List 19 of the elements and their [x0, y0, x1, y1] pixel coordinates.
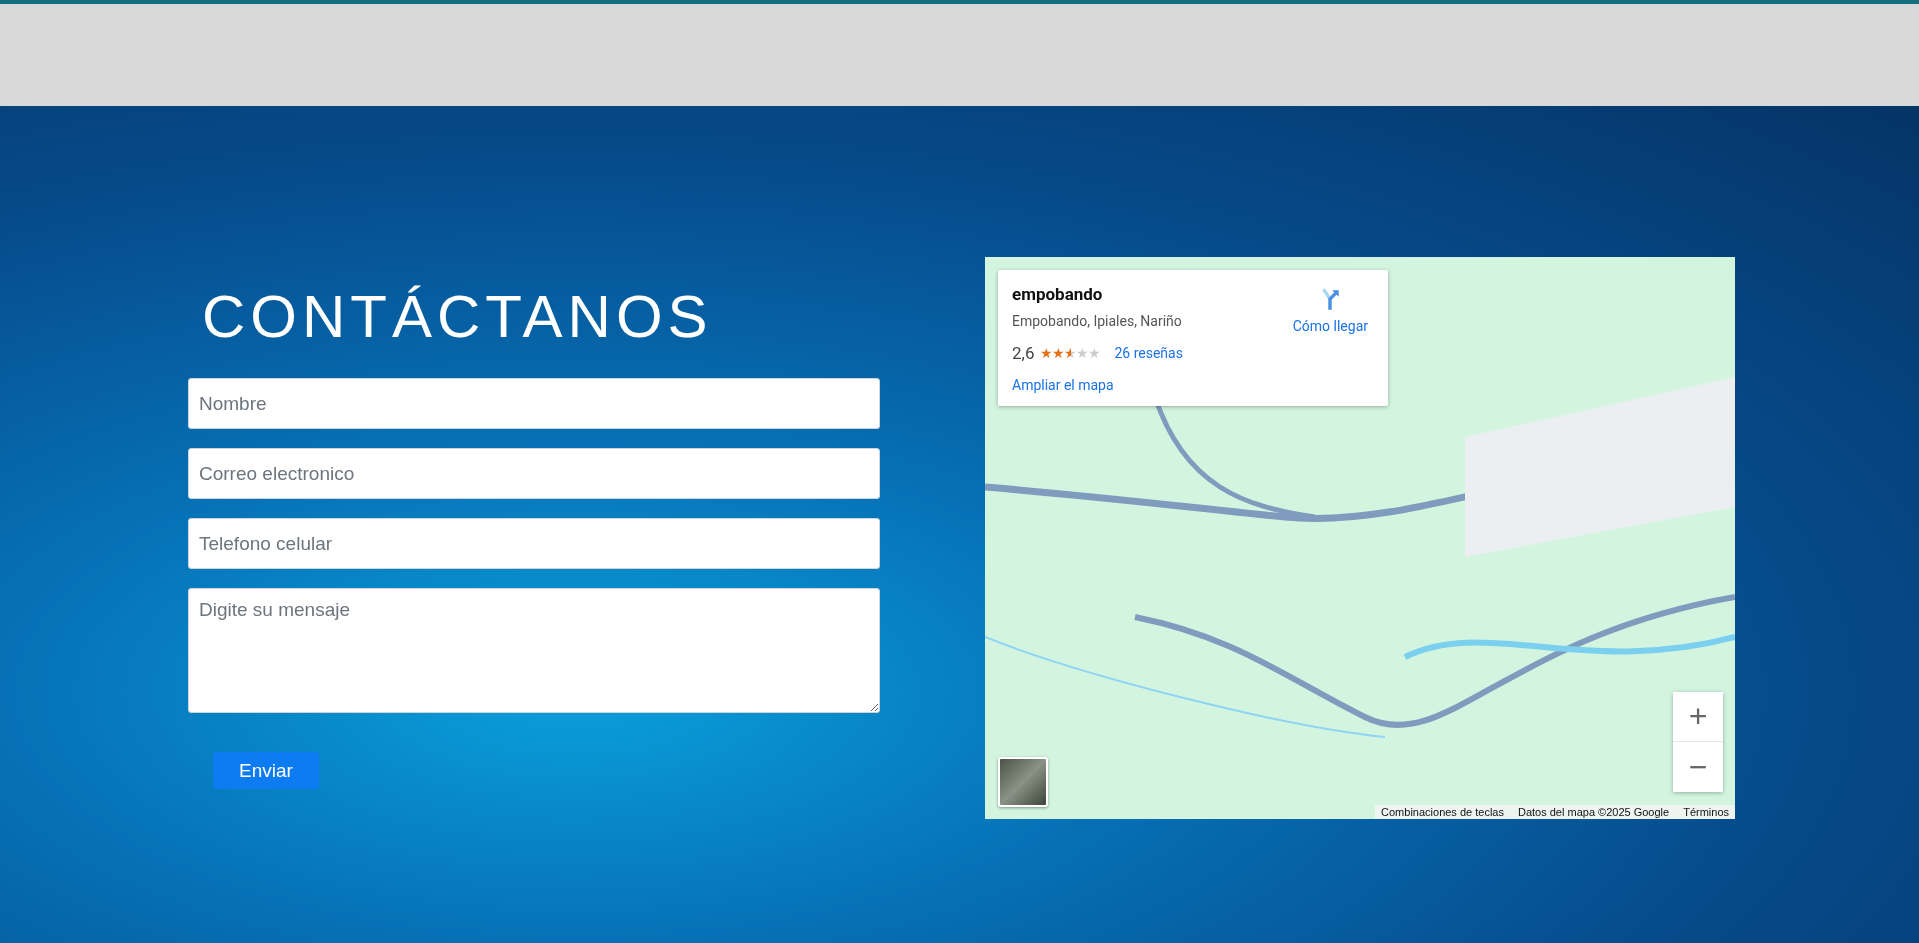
text-field[interactable]: Correo electronico	[188, 448, 880, 499]
zoom-in-button[interactable]: +	[1673, 692, 1723, 742]
place-address: Empobando, Ipiales, Nariño	[1012, 313, 1182, 329]
rating-value: 2,6	[1012, 343, 1035, 363]
page-heading: CONTÁCTANOS	[202, 284, 714, 350]
text-field[interactable]: Telefono celular	[188, 518, 880, 569]
footer-text[interactable]: Datos del mapa ©2025 Google	[1517, 806, 1670, 818]
message-field[interactable]: Digite su mensaje	[188, 588, 880, 713]
submit-button[interactable]: Enviar	[213, 752, 319, 789]
directions-link[interactable]: Cómo llegar	[1292, 286, 1368, 334]
place-name: empobando	[1012, 284, 1103, 304]
map-view[interactable]: empobando Empobando, Ipiales, Nariño 2,6 ★★★★★ 26 reseñas Ampliar el mapa Cómo llegar + − Combinaciones de teclas Datos del mapa ©2025 Google Términos	[985, 257, 1735, 819]
footer-text[interactable]: Combinaciones de teclas	[1381, 806, 1504, 818]
text-field[interactable]: Nombre	[188, 378, 880, 429]
zoom-out-button[interactable]: −	[1673, 742, 1723, 792]
enlarge-map-link[interactable]: Ampliar el mapa	[1012, 377, 1114, 393]
footer-text[interactable]: Términos	[1683, 806, 1729, 818]
reviews-link[interactable]: 26 reseñas	[1114, 345, 1183, 361]
satellite-toggle[interactable]	[998, 757, 1048, 807]
